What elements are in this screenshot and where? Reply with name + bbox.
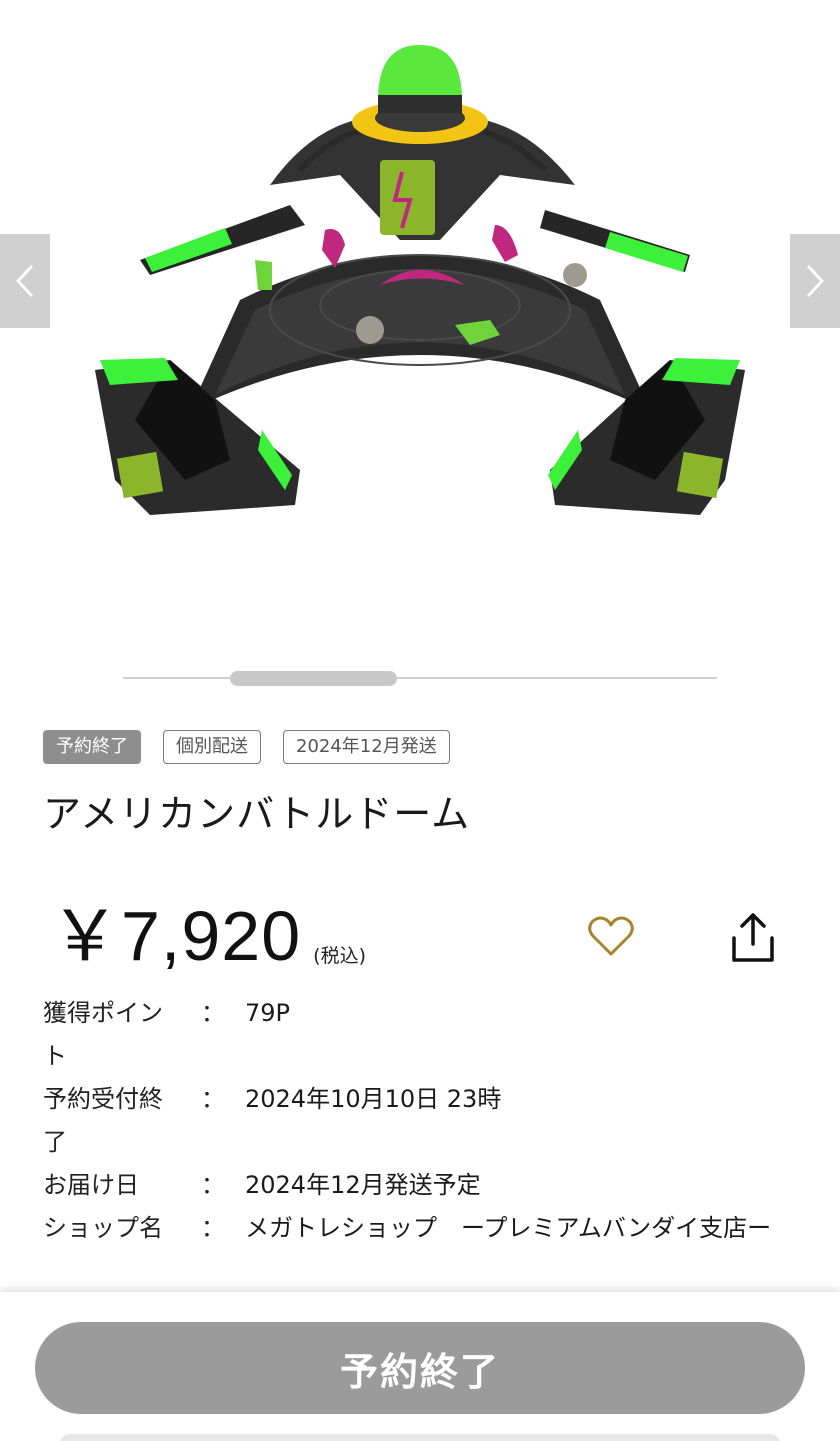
info-label: 予約受付終了 bbox=[43, 1085, 163, 1156]
secondary-button-peek bbox=[60, 1434, 780, 1441]
heart-outline-icon bbox=[588, 916, 634, 956]
info-row-reservation-deadline: 予約受付終了 ： 2024年10月10日 23時 bbox=[43, 1078, 803, 1164]
product-tags: 予約終了 個別配送 2024年12月発送 bbox=[43, 730, 450, 764]
info-separator: ： bbox=[201, 1214, 225, 1242]
carousel-prev-button[interactable] bbox=[0, 234, 50, 328]
bottom-action-bar: 予約終了 bbox=[0, 1292, 840, 1441]
favorite-button[interactable] bbox=[586, 912, 636, 962]
info-separator: ： bbox=[201, 1085, 225, 1113]
status-badge: 予約終了 bbox=[43, 730, 141, 764]
share-button[interactable] bbox=[728, 910, 778, 966]
info-value: 2024年12月発送予定 bbox=[245, 1171, 481, 1199]
reservation-closed-button[interactable]: 予約終了 bbox=[35, 1322, 805, 1414]
carousel-next-button[interactable] bbox=[790, 234, 840, 328]
info-row-shop-name: ショップ名 ： メガトレショップ ープレミアムバンダイ支店ー bbox=[43, 1207, 803, 1250]
chevron-right-icon bbox=[806, 264, 825, 298]
carousel-scrollbar-track bbox=[123, 677, 717, 679]
product-image bbox=[95, 45, 745, 515]
info-label: 獲得ポイント bbox=[43, 999, 163, 1070]
shop-name-link[interactable]: メガトレショップ ープレミアムバンダイ支店ー bbox=[245, 1207, 803, 1250]
info-label: お届け日 bbox=[43, 1171, 139, 1199]
info-separator: ： bbox=[201, 1171, 225, 1199]
product-title: アメリカンバトルドーム bbox=[43, 792, 471, 836]
info-separator: ： bbox=[201, 999, 225, 1027]
info-value: 79P bbox=[245, 999, 291, 1027]
info-label: ショップ名 bbox=[43, 1214, 163, 1242]
share-icon bbox=[732, 913, 774, 962]
delivery-type-badge: 個別配送 bbox=[163, 730, 261, 764]
ship-date-badge: 2024年12月発送 bbox=[283, 730, 450, 764]
price: ￥7,920 bbox=[50, 897, 302, 975]
price-row: ￥7,920 (税込) bbox=[50, 896, 366, 976]
product-info-table: 獲得ポイント ： 79P 予約受付終了 ： 2024年10月10日 23時 お届… bbox=[43, 992, 803, 1250]
product-image-carousel[interactable] bbox=[0, 0, 840, 660]
info-row-delivery-date: お届け日 ： 2024年12月発送予定 bbox=[43, 1164, 803, 1207]
tax-note: (税込) bbox=[313, 945, 366, 967]
carousel-scrollbar-thumb[interactable] bbox=[230, 671, 397, 686]
info-value: 2024年10月10日 23時 bbox=[245, 1085, 502, 1113]
info-row-points: 獲得ポイント ： 79P bbox=[43, 992, 803, 1078]
chevron-left-icon bbox=[15, 264, 34, 298]
